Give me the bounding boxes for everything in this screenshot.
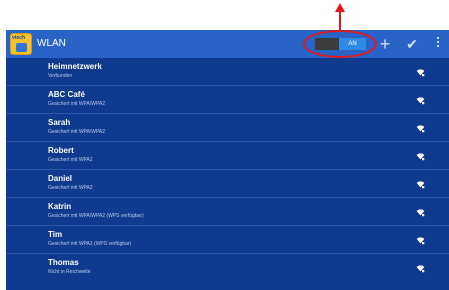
network-status: Gesichert mit WPA2 — [48, 157, 93, 163]
page-title: WLAN — [37, 38, 66, 49]
network-status: Nicht in Reichweite — [48, 269, 91, 275]
wifi-signal-icon — [416, 181, 425, 189]
network-name: Tim — [48, 230, 63, 239]
network-row[interactable]: Sarah Gesichert mit WPA/WPA2 — [6, 114, 449, 142]
brand-label: vtech — [12, 35, 26, 41]
overflow-menu-icon[interactable] — [436, 37, 440, 51]
network-status: Gesichert mit WPA/WPA2 — [48, 101, 106, 107]
network-name: Daniel — [48, 174, 73, 183]
network-name: Heimnetzwerk — [48, 62, 102, 71]
wifi-signal-icon — [416, 125, 425, 133]
network-row[interactable]: Tim Gesichert mit WPA2 (WPS verfügbar) — [6, 226, 449, 254]
network-name: Katrin — [48, 202, 72, 211]
network-row[interactable]: Robert Gesichert mit WPA2 — [6, 142, 449, 170]
wifi-signal-icon — [416, 69, 425, 77]
check-icon[interactable]: ✔ — [404, 35, 420, 53]
arrow-stem — [339, 11, 341, 31]
wifi-signal-icon — [416, 265, 425, 273]
network-row[interactable]: Thomas Nicht in Reichweite — [6, 254, 449, 282]
network-name: Sarah — [48, 118, 71, 127]
network-row[interactable]: Daniel Gesichert mit WPA2 — [6, 170, 449, 198]
network-name: ABC Café — [48, 90, 85, 99]
network-name: Thomas — [48, 258, 79, 267]
plus-icon[interactable]: + — [377, 34, 393, 54]
action-bar: vtech WLAN AN + ✔ — [6, 30, 449, 58]
wifi-signal-icon — [416, 237, 425, 245]
network-row[interactable]: ABC Café Gesichert mit WPA/WPA2 — [6, 86, 449, 114]
network-status: Verbunden — [48, 73, 73, 79]
wifi-signal-icon — [416, 97, 425, 105]
network-row[interactable]: Katrin Gesichert mit WPA/WPA2 (WPS verfüg… — [6, 198, 449, 226]
network-status: Gesichert mit WPA/WPA2 (WPS verfügbar) — [48, 213, 144, 219]
wlan-settings-screen: vtech WLAN AN + ✔ Heimnetzwerk Verbunden A… — [6, 30, 449, 290]
network-status: Gesichert mit WPA2 — [48, 185, 93, 191]
network-row[interactable]: Heimnetzwerk Verbunden — [6, 58, 449, 86]
wifi-signal-icon — [416, 209, 425, 217]
box-icon — [16, 43, 27, 52]
network-name: Robert — [48, 146, 74, 155]
app-icon[interactable]: vtech — [10, 33, 32, 55]
network-status: Gesichert mit WPA/WPA2 — [48, 129, 106, 135]
annotation-circle — [303, 30, 377, 58]
network-list: Heimnetzwerk Verbunden ABC Café Gesichert m… — [6, 58, 449, 282]
annotation-arrow — [0, 0, 449, 31]
wifi-signal-icon — [416, 153, 425, 161]
network-status: Gesichert mit WPA2 (WPS verfügbar) — [48, 241, 132, 247]
